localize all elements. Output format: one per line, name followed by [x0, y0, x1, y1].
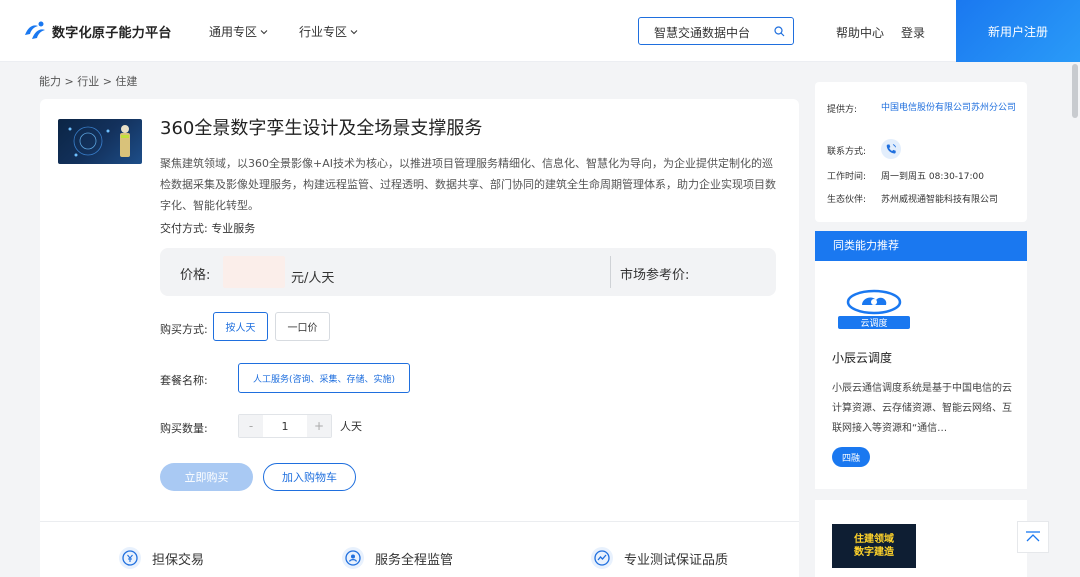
- decrement-button[interactable]: -: [239, 415, 263, 437]
- logo-icon: [25, 21, 45, 39]
- quantity-unit: 人天: [340, 420, 362, 433]
- buy-now-button[interactable]: 立即购买: [160, 463, 253, 491]
- increment-button[interactable]: +: [307, 415, 331, 437]
- recommend-item-name: 小辰云调度: [832, 351, 893, 365]
- scrollbar-thumb[interactable]: [1072, 64, 1078, 118]
- search-icon[interactable]: [774, 26, 785, 37]
- feature-quality: 专业测试保证品质: [590, 546, 728, 570]
- quantity-stepper: - 1 +: [238, 414, 332, 438]
- recommend-item[interactable]: 云调度 小辰云调度 小辰云通信调度系统是基于中国电信的云计算资源、云存储资源、智…: [815, 261, 1027, 489]
- feature-label: 担保交易: [152, 552, 205, 568]
- product-card: 360全景数字孪生设计及全场景支撑服务 聚焦建筑领域，以360全景影像+AI技术…: [40, 99, 799, 577]
- recommend-item[interactable]: 住建领域 数字建造: [815, 500, 1027, 577]
- nav-industry-zone-label: 行业专区: [299, 25, 348, 39]
- chevron-down-icon: [260, 29, 268, 34]
- purchase-mode-label: 购买方式:: [160, 323, 208, 336]
- phone-icon[interactable]: [881, 139, 901, 159]
- scrollbar-track[interactable]: [1070, 62, 1080, 577]
- chevron-down-icon: [350, 29, 358, 34]
- provider-info-card: 提供方: 中国电信股份有限公司苏州分公司 联系方式: 工作时间: 周一到周五 0…: [815, 82, 1027, 222]
- quality-icon: [591, 547, 613, 569]
- market-price-label: 市场参考价:: [620, 268, 690, 283]
- thumbnail-illustration: [68, 125, 130, 157]
- feature-label: 专业测试保证品质: [624, 552, 729, 568]
- partner-row: 生态伙伴: 苏州威视通智能科技有限公司: [827, 192, 998, 205]
- recommend-item-tag[interactable]: 四融: [832, 447, 870, 467]
- partner-value: 苏州威视通智能科技有限公司: [881, 195, 999, 205]
- add-to-cart-button[interactable]: 加入购物车: [263, 463, 356, 491]
- delivery-method: 交付方式: 专业服务: [160, 222, 256, 235]
- back-to-top-button[interactable]: [1017, 521, 1049, 553]
- cloud-dispatch-logo: 云调度: [832, 285, 916, 329]
- recommend-header: 同类能力推荐: [815, 231, 1027, 261]
- hours-value: 周一到周五 08:30-17:00: [881, 172, 984, 182]
- search-input[interactable]: [654, 23, 769, 41]
- provider-row: 提供方: 中国电信股份有限公司苏州分公司: [827, 102, 1016, 115]
- package-label: 套餐名称:: [160, 374, 208, 387]
- app-title: 数字化原子能力平台: [52, 25, 172, 41]
- price-label: 价格:: [180, 268, 211, 283]
- price-unit: 元/人天: [291, 271, 335, 286]
- recommend-item-image: 住建领域 数字建造: [832, 524, 916, 568]
- feature-supervision: 服务全程监管: [341, 546, 453, 570]
- quantity-value[interactable]: 1: [263, 415, 307, 437]
- logo[interactable]: 数字化原子能力平台: [22, 18, 172, 44]
- hours-label: 工作时间:: [827, 172, 867, 182]
- price-panel: 价格: 元/人天 市场参考价:: [160, 248, 776, 296]
- supervise-icon: [342, 547, 364, 569]
- login-link[interactable]: 登录: [901, 24, 925, 41]
- nav-general-zone[interactable]: 通用专区: [209, 23, 268, 40]
- product-title: 360全景数字孪生设计及全场景支撑服务: [160, 118, 483, 139]
- price-value-masked: [223, 256, 285, 288]
- provider-label: 提供方:: [827, 105, 858, 115]
- top-header: 数字化原子能力平台 通用专区 行业专区 帮助中心 登录 新用户注册: [0, 0, 1080, 62]
- nav-industry-zone[interactable]: 行业专区: [299, 23, 358, 40]
- provider-link[interactable]: 中国电信股份有限公司苏州分公司: [881, 102, 1021, 115]
- price-divider: [610, 256, 611, 288]
- nav-general-zone-label: 通用专区: [209, 25, 258, 39]
- register-button[interactable]: 新用户注册: [956, 0, 1080, 62]
- shield-money-icon: [119, 547, 141, 569]
- rec2-image-line2: 数字建造: [854, 547, 894, 558]
- rec2-image-line1: 住建领域: [854, 534, 894, 545]
- back-to-top-icon: [1026, 531, 1040, 542]
- contact-label: 联系方式:: [827, 147, 867, 157]
- product-thumbnail: [58, 119, 142, 164]
- search-box: [638, 17, 794, 45]
- recommend-item-description: 小辰云通信调度系统是基于中国电信的云计算资源、云存储资源、智能云网络、互联网接入…: [832, 383, 1012, 434]
- help-center-link[interactable]: 帮助中心: [836, 24, 884, 41]
- package-option[interactable]: 人工服务(咨询、采集、存储、实施): [238, 363, 410, 393]
- quantity-label: 购买数量:: [160, 422, 208, 435]
- rec-logo-text: 云调度: [860, 317, 887, 329]
- partner-label: 生态伙伴:: [827, 195, 867, 205]
- feature-label: 服务全程监管: [375, 552, 454, 568]
- purchase-mode-per-day[interactable]: 按人天: [213, 312, 268, 341]
- divider: [40, 521, 799, 522]
- product-description: 聚焦建筑领域，以360全景影像+AI技术为核心，以推进项目管理服务精细化、信息化…: [160, 157, 776, 212]
- purchase-mode-fixed-price[interactable]: 一口价: [275, 312, 330, 341]
- breadcrumb: 能力 > 行业 > 住建: [39, 75, 138, 88]
- contact-row: 联系方式:: [827, 144, 866, 157]
- feature-guaranteed-trade: 担保交易: [118, 546, 204, 570]
- hours-row: 工作时间: 周一到周五 08:30-17:00: [827, 169, 984, 182]
